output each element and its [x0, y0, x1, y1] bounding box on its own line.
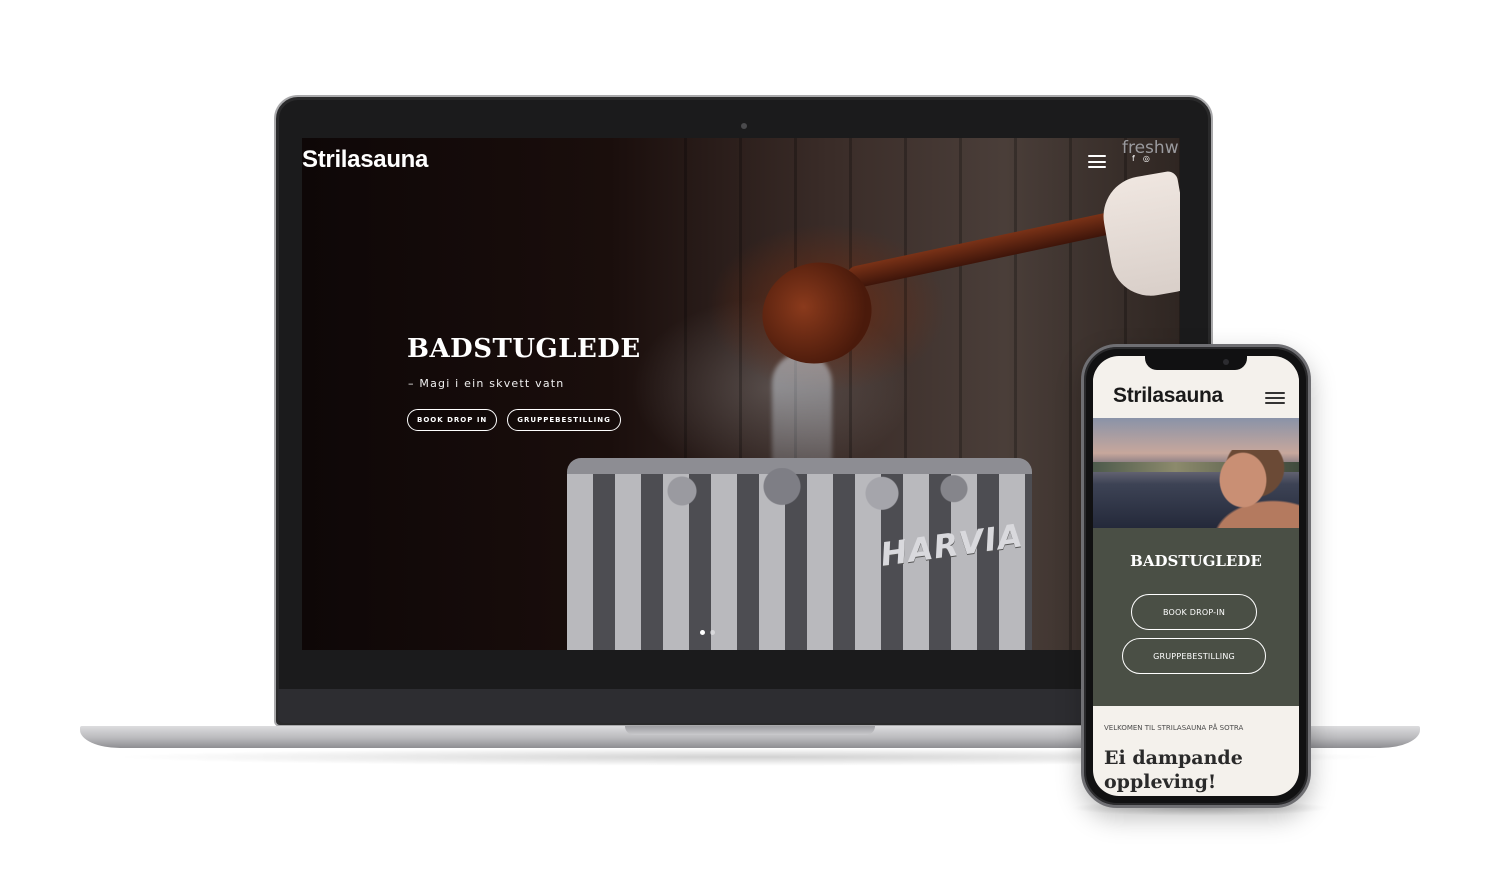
mobile-site-logo[interactable]: Strilasauna [1113, 384, 1223, 408]
mobile-book-drop-in-button[interactable]: BOOK DROP-IN [1131, 594, 1257, 630]
woman-in-sauna-image [1203, 450, 1299, 528]
mobile-hero-panel: BADSTUGLEDE BOOK DROP-IN GRUPPEBESTILLIN… [1093, 528, 1299, 706]
background-sign-text: freshw [1122, 138, 1179, 158]
mobile-hero-title: BADSTUGLEDE [1130, 552, 1262, 570]
slider-dot[interactable] [710, 630, 715, 635]
mobile-screen: Strilasauna BADSTUGLEDE BOOK DROP-IN GRU… [1093, 356, 1299, 796]
hamburger-line [1088, 160, 1106, 163]
sauna-stones-image [602, 468, 1002, 514]
hero-subtitle: – Magi i ein skvett vatn [408, 377, 565, 390]
mobile-hero-photo [1093, 418, 1299, 528]
hamburger-line [1265, 402, 1285, 404]
hero-title: BADSTUGLEDE [407, 334, 641, 364]
hamburger-line [1265, 397, 1285, 399]
mobile-header: Strilasauna [1093, 370, 1299, 418]
slider-dots [700, 630, 715, 635]
hamburger-line [1088, 155, 1106, 157]
phone-camera [1223, 359, 1229, 365]
mobile-menu-hamburger-icon[interactable] [1265, 392, 1285, 404]
laptop-opening-notch [625, 726, 875, 735]
laptop-chin [278, 689, 1209, 723]
desktop-hero-screen: HARVIA freshw Strilasauna f ◎ BADSTUGLED… [302, 138, 1180, 650]
group-booking-button[interactable]: GRUPPEBESTILLING [507, 409, 621, 431]
welcome-headline: Ei dampande oppleving! [1104, 747, 1243, 793]
site-logo[interactable]: Strilasauna [302, 146, 428, 174]
facebook-icon[interactable]: f [1132, 154, 1135, 163]
phone-notch [1145, 356, 1247, 370]
menu-hamburger-icon[interactable] [1088, 155, 1106, 168]
instagram-icon[interactable]: ◎ [1143, 154, 1150, 163]
book-drop-in-button[interactable]: BOOK DROP IN [407, 409, 498, 431]
hamburger-line [1265, 392, 1285, 394]
social-links: f ◎ [1132, 154, 1150, 163]
hamburger-line [1088, 166, 1106, 168]
phone-frame: Strilasauna BADSTUGLEDE BOOK DROP-IN GRU… [1081, 344, 1311, 808]
mobile-group-booking-button[interactable]: GRUPPEBESTILLING [1122, 638, 1266, 674]
laptop-camera [741, 123, 747, 129]
slider-dot[interactable] [700, 630, 705, 635]
hero-buttons: BOOK DROP IN GRUPPEBESTILLING [407, 409, 621, 431]
welcome-kicker: VELKOMEN TIL STRILASAUNA PÅ SOTRA [1104, 724, 1244, 732]
